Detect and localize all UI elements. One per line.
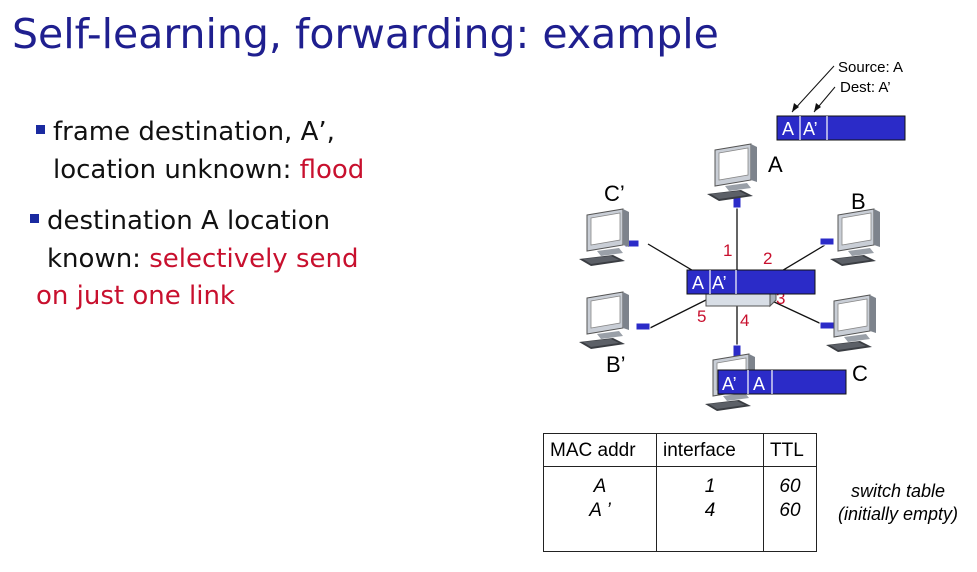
network-diagram: A B C’ B’ C 1 2 3 4 5 A A’ Source: A Des… [578,59,906,412]
mac-addr-cell: A ’ [589,499,611,521]
port-c-icon [819,321,835,330]
ttl-cells: 60 60 [763,466,817,552]
ttl-cell: 60 [779,499,801,521]
table-caption: switch table (initially empty) [838,480,958,527]
host-label-b: B [851,189,866,214]
interface-cell: 1 [704,476,716,497]
mac-addr-cell: A [593,476,607,497]
host-label-c: C [852,361,868,386]
annotation-source: Source: A [838,59,903,76]
caption-line-2: (initially empty) [838,504,959,525]
host-b-computer-icon [829,208,881,267]
annotation-dest: Dest: A’ [840,79,891,96]
port-b-icon [819,237,835,246]
host-c-computer-icon [825,294,877,353]
mac-cells: A A ’ [543,466,657,552]
arrow-source-icon [791,65,835,113]
switch-table: MAC addr interface TTL A A ’ 1 4 60 60 [543,433,817,552]
host-label-cprime: C’ [604,181,625,206]
bottom-frame-dest: A [753,374,765,394]
interface-label-4: 4 [740,311,749,330]
switch-frame-dest: A’ [712,273,727,293]
frame-a-dest: A’ [803,119,818,139]
col-header-interface: interface [656,433,764,467]
frame-a-source: A [782,119,794,139]
col-header-mac: MAC addr [543,433,657,467]
host-label-bprime: B’ [606,352,626,377]
frame-at-host-aprime: A’ A [717,369,847,395]
switch-frame-source: A [692,273,704,293]
port-bprime-icon [635,322,651,331]
col-header-ttl: TTL [763,433,817,467]
table-row: A A ’ 1 4 60 60 [543,466,817,552]
host-cprime-computer-icon [578,208,630,267]
bottom-frame-source: A’ [722,374,737,394]
interface-label-2: 2 [763,249,772,268]
host-bprime-computer-icon [578,291,630,350]
interface-label-1: 1 [723,241,732,260]
frame-at-host-a: A A’ [776,115,906,141]
host-label-a: A [768,152,783,177]
interface-cells: 1 4 [656,466,764,552]
frame-at-switch: A A’ [686,269,816,295]
ttl-cell: 60 [779,476,801,497]
interface-label-5: 5 [697,307,706,326]
host-a-computer-icon [706,143,758,202]
interface-cell: 4 [704,499,716,521]
caption-line-1: switch table [850,481,946,501]
